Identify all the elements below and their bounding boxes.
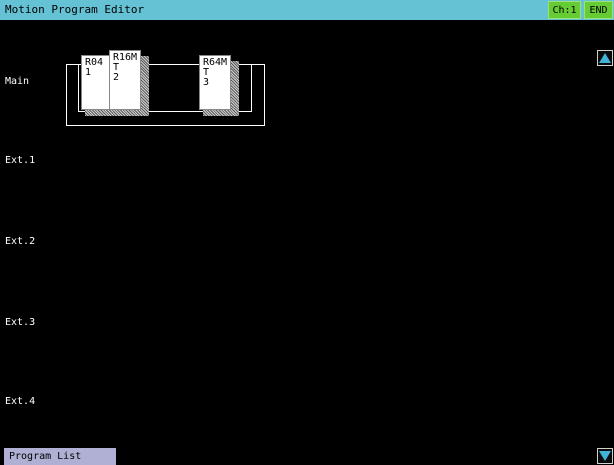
scroll-down-arrow-icon [599, 451, 611, 461]
channel-button[interactable]: Ch:1 [548, 1, 581, 19]
scroll-down-button[interactable] [597, 448, 613, 464]
main-base-rack: R04 1 R16M T 2 R64M T 3 [66, 50, 265, 126]
row-label-main: Main [5, 76, 30, 87]
row-label-ext4: Ext.4 [5, 396, 36, 407]
scroll-up-arrow-icon [599, 53, 611, 63]
row-label-ext3: Ext.3 [5, 317, 36, 328]
title-bar: Motion Program Editor Ch:1 END [0, 0, 614, 20]
module-slot-number: 3 [203, 77, 210, 88]
program-list-button[interactable]: Program List [4, 448, 116, 465]
end-button[interactable]: END [584, 1, 613, 19]
module-slot-1[interactable]: R04 1 [81, 55, 119, 116]
module-slot-2[interactable]: R16M T 2 [109, 50, 149, 116]
scroll-up-button[interactable] [597, 50, 613, 66]
module-slot-3[interactable]: R64M T 3 [199, 55, 239, 116]
module-slot-number: 2 [113, 72, 120, 83]
window-title: Motion Program Editor [5, 3, 145, 16]
row-label-ext2: Ext.2 [5, 236, 36, 247]
row-label-ext1: Ext.1 [5, 155, 36, 166]
module-slot-number: 1 [85, 67, 92, 78]
